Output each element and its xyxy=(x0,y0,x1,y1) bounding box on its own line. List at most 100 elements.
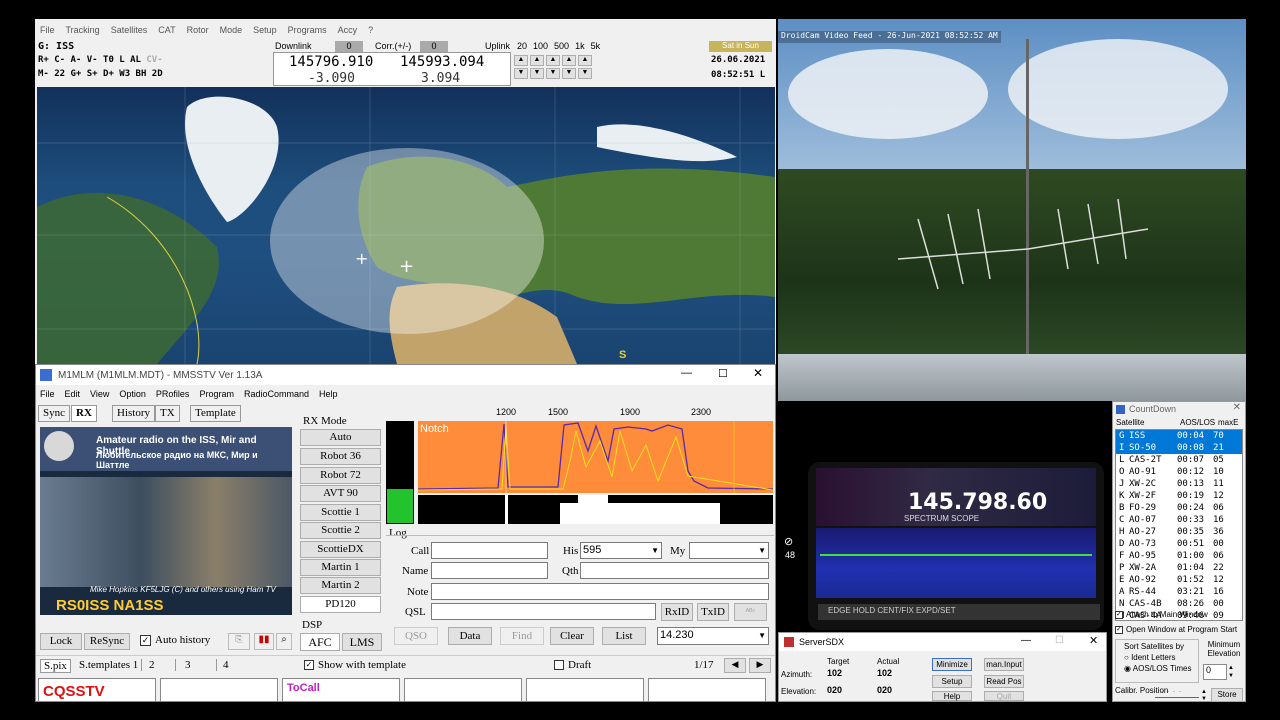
menu-program[interactable]: Program xyxy=(199,389,234,399)
countdown-row[interactable]: G ISS 00:04 70 xyxy=(1116,430,1242,442)
attach-checkbox[interactable]: ✓ Attach to Main Window xyxy=(1115,610,1208,619)
countdown-row[interactable]: C AO-07 00:33 16 xyxy=(1116,514,1242,526)
qth-field[interactable] xyxy=(580,562,769,579)
step-up-arrow-icon[interactable]: ▲ xyxy=(578,55,592,66)
tab-spix[interactable]: S.pix xyxy=(40,659,71,673)
dropdown-arrow-icon[interactable]: ▼ xyxy=(758,543,766,558)
menu-setup[interactable]: Setup xyxy=(253,25,277,35)
thumbnail-4[interactable] xyxy=(404,678,522,702)
maximize-icon[interactable]: ☐ xyxy=(718,367,728,380)
countdown-list[interactable]: G ISS 00:04 70 I SO-50 00:08 21 L CAS-2T 00:07 05 O A… xyxy=(1115,429,1243,621)
find-button[interactable]: Find xyxy=(500,627,544,645)
menu-cat[interactable]: CAT xyxy=(158,25,175,35)
countdown-row[interactable]: L CAS-2T 00:07 05 xyxy=(1116,454,1242,466)
name-field[interactable] xyxy=(431,562,548,579)
step-down-arrow-icon[interactable]: ▼ xyxy=(578,68,592,79)
spectrum-display[interactable]: Notch xyxy=(418,421,773,493)
countdown-row[interactable]: K XW-2F 00:19 12 xyxy=(1116,490,1242,502)
menu-help[interactable]: ? xyxy=(368,25,373,35)
countdown-row[interactable]: A RS-44 03:21 16 xyxy=(1116,586,1242,598)
menu-edit[interactable]: Edit xyxy=(65,389,81,399)
thumbnail-6[interactable] xyxy=(648,678,766,702)
his-field[interactable]: 595 ▼ xyxy=(580,542,662,559)
countdown-row[interactable]: J XW-2C 00:13 11 xyxy=(1116,478,1242,490)
spinner-icon[interactable]: ▲ ▼ xyxy=(1228,664,1240,680)
menu-programs[interactable]: Programs xyxy=(288,25,327,35)
show-template-checkbox[interactable]: ✓ Show with template xyxy=(304,659,406,671)
step-down-arrow-icon[interactable]: ▼ xyxy=(562,68,576,79)
menu-rotor[interactable]: Rotor xyxy=(187,25,209,35)
menu-file[interactable]: File xyxy=(40,25,55,35)
menu-tracking[interactable]: Tracking xyxy=(66,25,100,35)
qsl-field[interactable] xyxy=(431,603,656,620)
stamp-icon[interactable]: ᴬᴮᶜ xyxy=(734,603,767,621)
spinner-icon[interactable]: ▲ ▼ xyxy=(1201,689,1207,703)
mode-martin-2[interactable]: Martin 2 xyxy=(300,577,381,594)
thumbnail-1[interactable]: CQSSTV xyxy=(38,678,156,702)
quit-button[interactable]: Quit xyxy=(984,691,1024,701)
menu-accy[interactable]: Accy xyxy=(338,25,358,35)
calibration-slider[interactable]: ····· xyxy=(1155,689,1199,698)
step-up-arrow-icon[interactable]: ▲ xyxy=(562,55,576,66)
mode-auto[interactable]: Auto xyxy=(300,429,381,446)
checkbox-unchecked-icon[interactable] xyxy=(554,660,564,670)
my-field[interactable]: ▼ xyxy=(689,542,769,559)
mode-robot-72[interactable]: Robot 72 xyxy=(300,467,381,484)
menu-view[interactable]: View xyxy=(90,389,109,399)
countdown-row[interactable]: N CAS-4B 08:26 00 xyxy=(1116,598,1242,610)
color-bars-icon[interactable]: ▮▮ xyxy=(254,633,274,650)
magnifier-icon[interactable]: ⌕ xyxy=(276,633,292,650)
mode-robot-36[interactable]: Robot 36 xyxy=(300,448,381,465)
minimize-button[interactable]: Minimize xyxy=(932,658,972,671)
step-up-arrow-icon[interactable]: ▲ xyxy=(530,55,544,66)
next-page-icon[interactable]: ▶ xyxy=(749,658,771,673)
step-down-arrow-icon[interactable]: ▼ xyxy=(514,68,528,79)
frequency-select[interactable]: 14.230 ▼ xyxy=(657,627,769,645)
txid-button[interactable]: TxID xyxy=(697,603,729,621)
tab-history[interactable]: History xyxy=(112,405,155,422)
resync-button[interactable]: ReSync xyxy=(84,633,130,650)
list-button[interactable]: List xyxy=(602,627,646,645)
mode-avt-90[interactable]: AVT 90 xyxy=(300,485,381,502)
close-icon[interactable]: ✕ xyxy=(753,366,763,380)
tab-sync[interactable]: Sync xyxy=(38,405,70,422)
countdown-row[interactable]: I SO-50 00:08 21 xyxy=(1116,442,1242,454)
tab-templates-2[interactable]: 2 xyxy=(146,659,176,671)
tab-templates-3[interactable]: 3 xyxy=(182,659,217,671)
step-up-arrow-icon[interactable]: ▲ xyxy=(514,55,528,66)
menu-radiocommand[interactable]: RadioCommand xyxy=(244,389,309,399)
lock-button[interactable]: Lock xyxy=(40,633,82,650)
tab-stemplates-1[interactable]: S.templates 1 xyxy=(76,659,143,671)
maximize-icon[interactable]: ☐ xyxy=(1055,635,1064,646)
read-pos-button[interactable]: Read Pos xyxy=(984,675,1024,688)
data-button[interactable]: Data xyxy=(448,627,492,645)
menu-help[interactable]: Help xyxy=(319,389,338,399)
afc-button[interactable]: AFC xyxy=(300,633,340,651)
mode-scottie-1[interactable]: Scottie 1 xyxy=(300,504,381,521)
clear-button[interactable]: Clear xyxy=(550,627,594,645)
min-elevation-field[interactable]: 0 xyxy=(1203,664,1227,680)
copy-icon[interactable]: ⎘ xyxy=(228,633,250,650)
draft-checkbox[interactable]: Draft xyxy=(554,659,591,671)
thumbnail-2[interactable] xyxy=(160,678,278,702)
man-input-button[interactable]: man.Input xyxy=(984,658,1024,671)
mode-scottie-2[interactable]: Scottie 2 xyxy=(300,522,381,539)
mode-scottiedx[interactable]: ScottieDX xyxy=(300,541,381,558)
checkbox-checked-icon[interactable]: ✓ xyxy=(304,660,314,670)
minimize-icon[interactable]: — xyxy=(1021,635,1031,646)
close-icon[interactable]: ✕ xyxy=(1089,634,1098,647)
checkbox-checked-icon[interactable]: ✓ xyxy=(1115,625,1123,634)
note-field[interactable] xyxy=(431,583,769,600)
mode-pd120[interactable]: PD120 xyxy=(300,596,381,613)
store-button[interactable]: Store xyxy=(1211,688,1243,702)
sort-aoslos-radio[interactable]: ◉ AOS/LOS Times xyxy=(1116,662,1198,673)
menu-mode[interactable]: Mode xyxy=(220,25,243,35)
auto-history-checkbox[interactable]: ✓ Auto history xyxy=(140,634,210,646)
close-icon[interactable]: ✕ xyxy=(1233,402,1241,413)
step-up-arrow-icon[interactable]: ▲ xyxy=(546,55,560,66)
dropdown-arrow-icon[interactable]: ▼ xyxy=(651,543,659,558)
menu-satellites[interactable]: Satellites xyxy=(111,25,148,35)
sort-ident-radio[interactable]: ○ Ident Letters xyxy=(1116,651,1198,662)
countdown-row[interactable]: H AO-27 00:35 36 xyxy=(1116,526,1242,538)
countdown-row[interactable]: D AO-73 00:51 00 xyxy=(1116,538,1242,550)
